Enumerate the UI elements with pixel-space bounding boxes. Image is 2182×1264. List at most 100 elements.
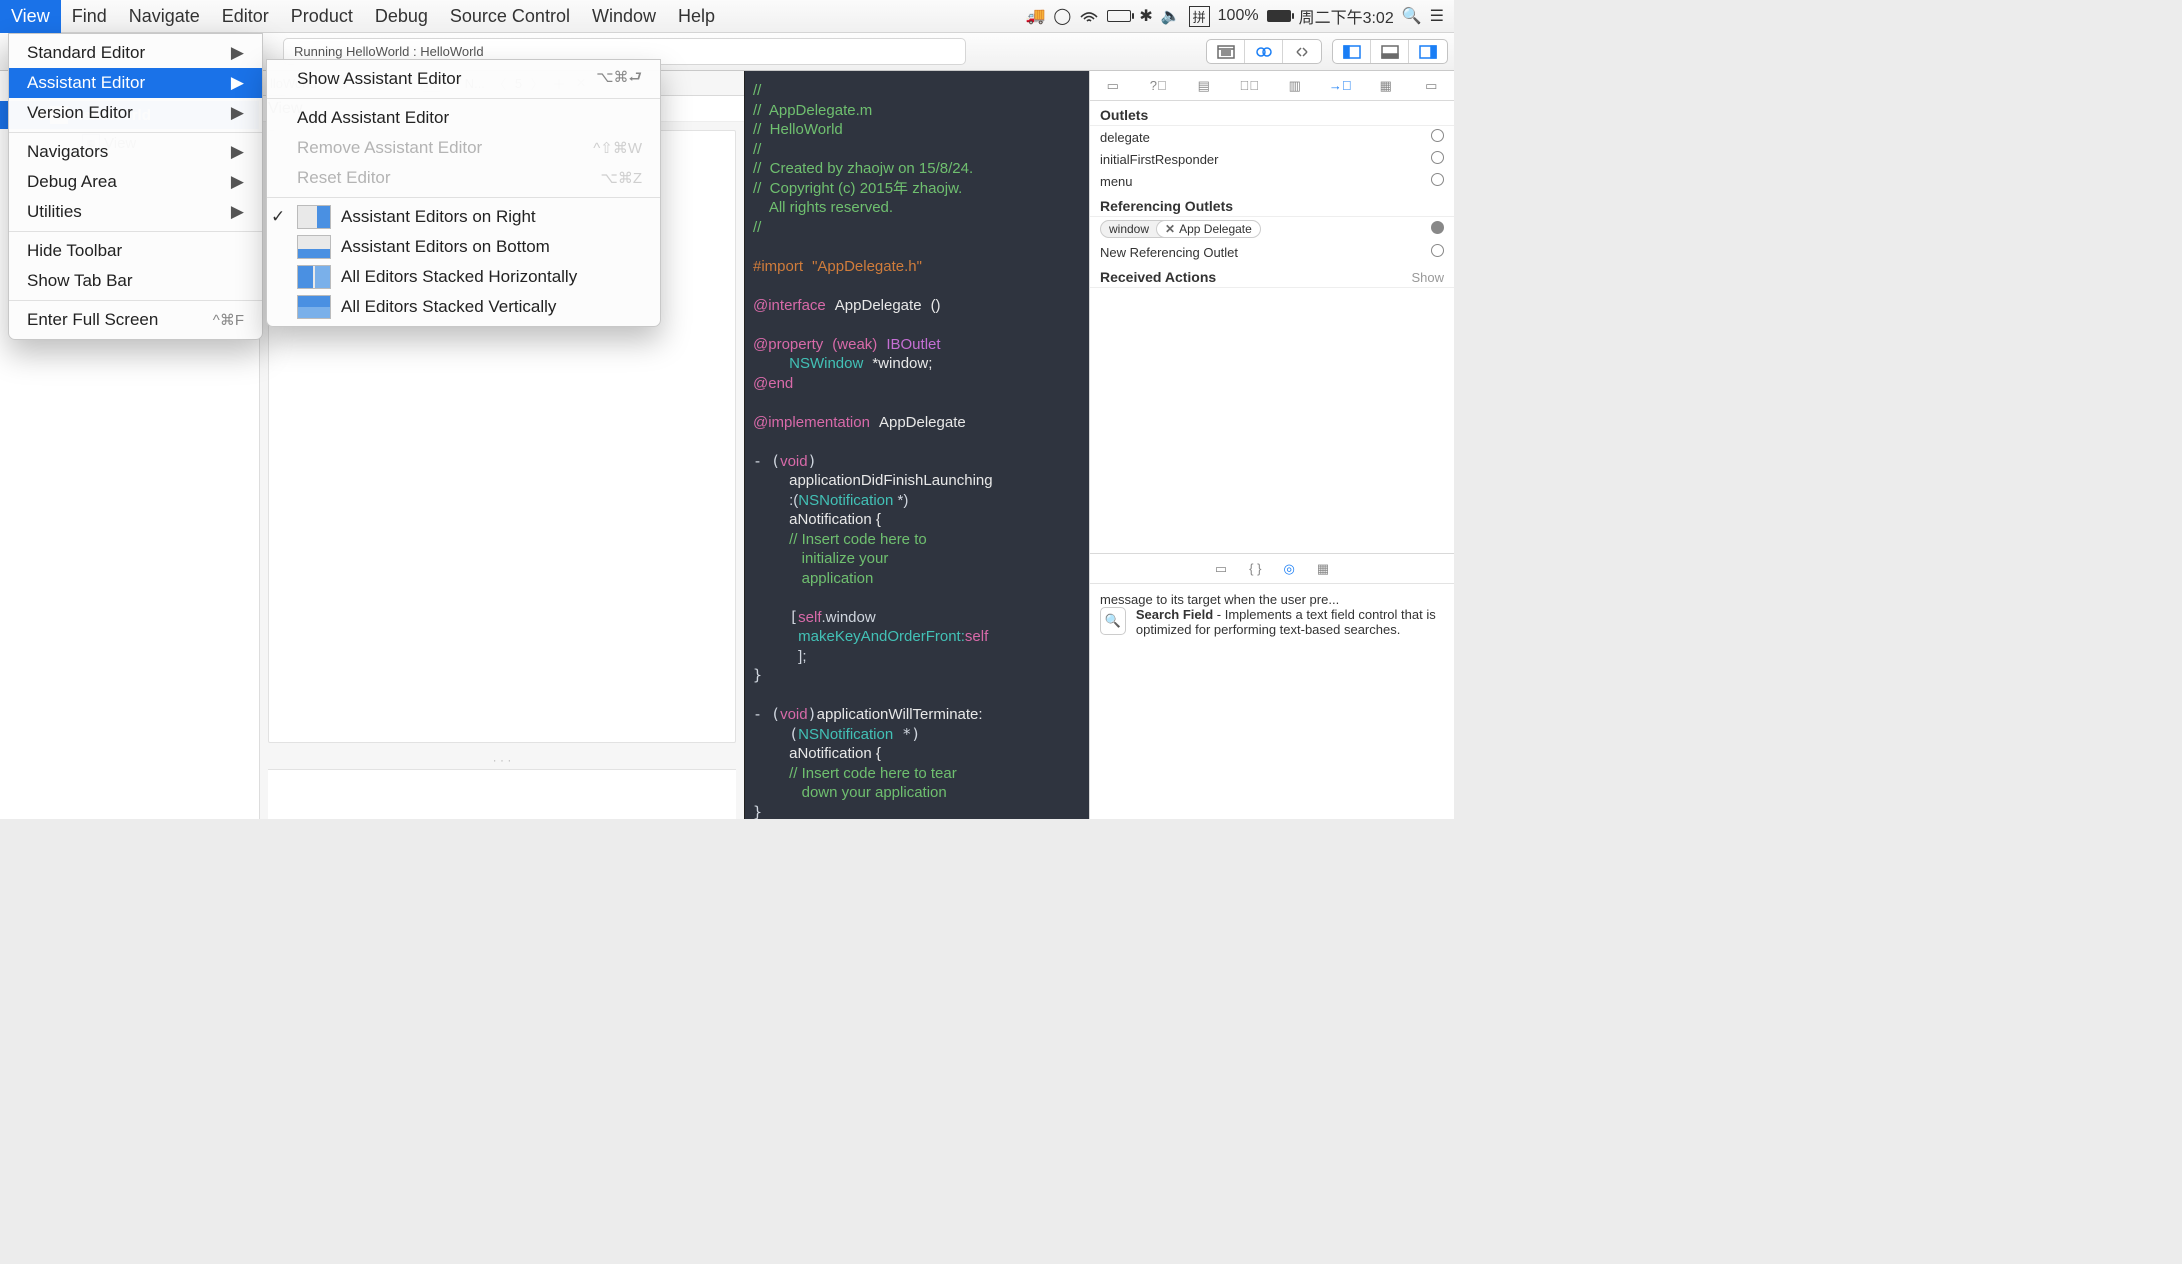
menu-item-add-assistant[interactable]: Add Assistant Editor: [267, 103, 660, 133]
layout-right-icon: [297, 205, 331, 229]
submenu-arrow-icon: ▶: [231, 103, 244, 123]
menu-item-standard-editor[interactable]: Standard Editor▶: [9, 38, 262, 68]
editor-mode-segment: [1206, 39, 1322, 64]
code-snippet-tab[interactable]: { }: [1249, 561, 1261, 576]
effects-inspector-tab[interactable]: ▭: [1417, 72, 1445, 100]
menu-navigate[interactable]: Navigate: [118, 0, 211, 33]
menu-item-enter-full-screen[interactable]: Enter Full Screen^⌘F: [9, 305, 262, 335]
clock[interactable]: 周二下午3:02: [1299, 4, 1394, 28]
connection-dot-icon[interactable]: [1431, 221, 1444, 234]
bluetooth-icon[interactable]: ✱: [1139, 6, 1152, 26]
menu-find[interactable]: Find: [61, 0, 118, 33]
new-referencing-outlet[interactable]: New Referencing Outlet: [1090, 241, 1454, 263]
object-library: ▭ { } ◎ ▦ message to its target when the…: [1090, 553, 1454, 819]
library-tabs: ▭ { } ◎ ▦: [1090, 554, 1454, 584]
outlets-header[interactable]: Outlets: [1090, 101, 1454, 126]
menu-help[interactable]: Help: [667, 0, 726, 33]
menu-item-utilities[interactable]: Utilities▶: [9, 197, 262, 227]
source-code[interactable]: // // AppDelegate.m // HelloWorld // // …: [745, 71, 1089, 819]
referencing-outlets-header[interactable]: Referencing Outlets: [1090, 192, 1454, 217]
inspector-tabs: ▭ ?⃝ ▤ ⌄⃝ ▥ →⃝ ▦ ▭: [1090, 71, 1454, 101]
connections-inspector-tab[interactable]: →⃝: [1326, 72, 1354, 100]
library-item-title: Search Field: [1136, 607, 1213, 622]
version-editor-button[interactable]: [1283, 40, 1321, 63]
input-method-icon[interactable]: 拼: [1189, 6, 1210, 27]
status-items: 🚚 ◯ ✱ 🔈 拼 100% 周二下午3:02 🔍 ☰: [1025, 4, 1454, 28]
menu-item-editors-horizontal[interactable]: All Editors Stacked Horizontally: [267, 262, 660, 292]
search-field-icon: 🔍: [1100, 607, 1126, 635]
disconnect-button[interactable]: ✕: [1165, 222, 1175, 236]
checkmark-icon: ✓: [271, 207, 285, 227]
show-button[interactable]: Show: [1411, 270, 1444, 285]
bindings-inspector-tab[interactable]: ▦: [1372, 72, 1400, 100]
attributes-inspector-tab[interactable]: ⌄⃝: [1235, 72, 1263, 100]
library-item-search-field[interactable]: 🔍 Search Field - Implements a text field…: [1100, 607, 1444, 637]
notification-center-icon[interactable]: ☰: [1430, 6, 1444, 26]
object-library-tab[interactable]: ◎: [1283, 561, 1294, 577]
menu-window[interactable]: Window: [581, 0, 667, 33]
keyboard-shortcut: ^⌘F: [213, 311, 244, 329]
menu-overlay: Standard Editor▶ Assistant Editor▶ Versi…: [8, 33, 263, 340]
submenu-arrow-icon: ▶: [231, 73, 244, 93]
menu-item-show-assistant[interactable]: Show Assistant Editor⌥⌘⮐: [267, 64, 660, 94]
keyboard-shortcut: ^⇧⌘W: [593, 139, 642, 157]
bottom-panel[interactable]: [268, 769, 736, 819]
layout-horiz-icon: [297, 265, 331, 289]
menu-item-debug-area[interactable]: Debug Area▶: [9, 167, 262, 197]
menu-item-editors-right[interactable]: ✓Assistant Editors on Right: [267, 202, 660, 232]
identity-inspector-tab[interactable]: ▤: [1190, 72, 1218, 100]
menu-item-assistant-editor[interactable]: Assistant Editor▶: [9, 68, 262, 98]
assistant-editor: // // AppDelegate.m // HelloWorld // // …: [744, 71, 1089, 819]
battery-menu-icon[interactable]: [1107, 10, 1131, 22]
outlet-initial-first-responder[interactable]: initialFirstResponder: [1090, 148, 1454, 170]
file-inspector-tab[interactable]: ▭: [1099, 72, 1127, 100]
media-library-tab[interactable]: ▦: [1317, 561, 1329, 577]
menu-item-reset-editor: Reset Editor⌥⌘Z: [267, 163, 660, 193]
spotlight-icon[interactable]: 🔍: [1402, 6, 1422, 26]
toggle-navigator-button[interactable]: [1333, 40, 1371, 63]
assistant-editor-submenu: Show Assistant Editor⌥⌘⮐ Add Assistant E…: [266, 59, 661, 327]
quick-help-tab[interactable]: ?⃝: [1144, 72, 1172, 100]
size-inspector-tab[interactable]: ▥: [1281, 72, 1309, 100]
received-actions-header[interactable]: Received ActionsShow: [1090, 263, 1454, 288]
panels-segment: [1332, 39, 1448, 64]
layout-vert-icon: [297, 295, 331, 319]
outlet-menu[interactable]: menu: [1090, 170, 1454, 192]
menu-item-navigators[interactable]: Navigators▶: [9, 137, 262, 167]
menu-source-control[interactable]: Source Control: [439, 0, 581, 33]
connection-dot-icon[interactable]: [1431, 173, 1444, 186]
file-template-tab[interactable]: ▭: [1215, 561, 1227, 577]
menu-view[interactable]: View: [0, 0, 61, 33]
ref-outlet-window[interactable]: window ✕App Delegate: [1090, 217, 1454, 241]
submenu-arrow-icon: ▶: [231, 142, 244, 162]
menu-item-remove-assistant: Remove Assistant Editor^⇧⌘W: [267, 133, 660, 163]
volume-icon[interactable]: 🔈: [1161, 6, 1181, 26]
menu-item-editors-bottom[interactable]: Assistant Editors on Bottom: [267, 232, 660, 262]
layout-bottom-icon: [297, 235, 331, 259]
charging-battery-icon[interactable]: [1267, 10, 1291, 22]
keyboard-shortcut: ⌥⌘Z: [601, 169, 642, 187]
resize-handle[interactable]: · · ·: [260, 751, 744, 769]
menu-editor[interactable]: Editor: [211, 0, 280, 33]
connection-dot-icon[interactable]: [1431, 244, 1444, 257]
outlet-delegate[interactable]: delegate: [1090, 126, 1454, 148]
menu-debug[interactable]: Debug: [364, 0, 439, 33]
library-item-description-fragment: message to its target when the user pre.…: [1100, 592, 1444, 607]
wifi-icon[interactable]: [1079, 7, 1099, 25]
connection-dot-icon[interactable]: [1431, 129, 1444, 142]
toggle-debug-button[interactable]: [1371, 40, 1409, 63]
toggle-utilities-button[interactable]: [1409, 40, 1447, 63]
battery-percent: 100%: [1218, 7, 1259, 25]
menu-item-show-tab-bar[interactable]: Show Tab Bar: [9, 266, 262, 296]
menu-item-version-editor[interactable]: Version Editor▶: [9, 98, 262, 128]
connection-pill-source: window: [1100, 220, 1164, 238]
circle-icon[interactable]: ◯: [1053, 6, 1071, 26]
assistant-editor-button[interactable]: [1245, 40, 1283, 63]
truck-icon[interactable]: 🚚: [1025, 6, 1045, 26]
connection-dot-icon[interactable]: [1431, 151, 1444, 164]
menu-product[interactable]: Product: [280, 0, 364, 33]
submenu-arrow-icon: ▶: [231, 172, 244, 192]
standard-editor-button[interactable]: [1207, 40, 1245, 63]
menu-item-editors-vertical[interactable]: All Editors Stacked Vertically: [267, 292, 660, 322]
menu-item-hide-toolbar[interactable]: Hide Toolbar: [9, 236, 262, 266]
